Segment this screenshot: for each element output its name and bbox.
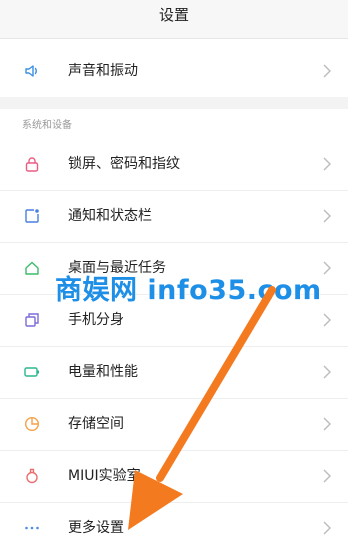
settings-item-more-settings[interactable]: 更多设置	[0, 503, 348, 553]
settings-item-label: 锁屏、密码和指纹	[68, 156, 180, 172]
settings-item-label: 更多设置	[68, 520, 124, 536]
settings-item-label: 电量和性能	[68, 364, 138, 380]
flask-icon	[24, 468, 40, 484]
copy-icon	[24, 312, 40, 328]
page-title: 设置	[158, 6, 189, 24]
settings-item-label: 存储空间	[68, 416, 124, 432]
home-icon	[24, 260, 40, 276]
chevron-right-icon	[322, 520, 332, 536]
lock-icon	[24, 156, 40, 172]
chevron-right-icon	[322, 416, 332, 432]
notification-icon	[24, 208, 40, 224]
settings-item-sound-vibration[interactable]: 声音和振动	[0, 46, 348, 96]
chevron-right-icon	[322, 208, 332, 224]
settings-item-label: 声音和振动	[68, 63, 138, 79]
settings-item-label: MIUI实验室	[68, 468, 141, 484]
settings-item-storage[interactable]: 存储空间	[0, 399, 348, 449]
chevron-right-icon	[322, 63, 332, 79]
chevron-right-icon	[322, 260, 332, 276]
storage-pie-icon	[24, 416, 40, 432]
section-label: 系统和设备	[22, 120, 72, 131]
speaker-icon	[24, 63, 40, 79]
settings-item-notifications[interactable]: 通知和状态栏	[0, 191, 348, 241]
battery-icon	[24, 364, 40, 380]
settings-item-label: 通知和状态栏	[68, 208, 152, 224]
settings-item-miui-lab[interactable]: MIUI实验室	[0, 451, 348, 501]
chevron-right-icon	[322, 468, 332, 484]
section-divider	[0, 97, 348, 109]
chevron-right-icon	[322, 312, 332, 328]
settings-item-lockscreen[interactable]: 锁屏、密码和指纹	[0, 139, 348, 189]
title-bar: 设置	[0, 0, 348, 39]
chevron-right-icon	[322, 364, 332, 380]
chevron-right-icon	[322, 156, 332, 172]
watermark: 商娱网 info35.com	[55, 275, 322, 306]
settings-item-battery-performance[interactable]: 电量和性能	[0, 347, 348, 397]
more-dots-icon	[24, 520, 40, 536]
